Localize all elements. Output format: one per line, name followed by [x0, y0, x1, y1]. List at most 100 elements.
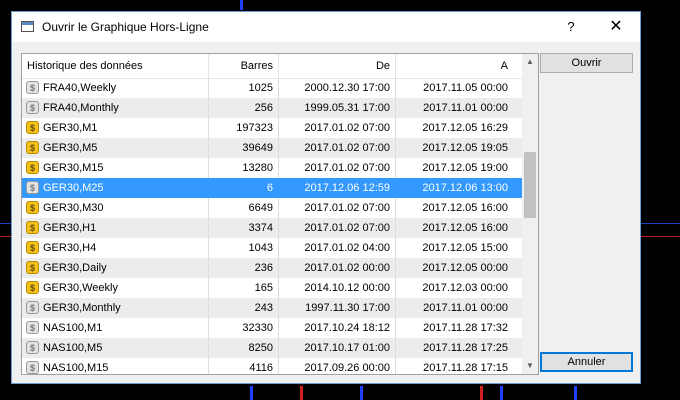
help-button[interactable]: ?	[557, 18, 585, 36]
dollar-coin-icon: $	[26, 281, 39, 294]
window-title: Ouvrir le Graphique Hors-Ligne	[42, 20, 209, 34]
open-button[interactable]: Ouvrir	[540, 53, 633, 73]
open-offline-chart-dialog: Ouvrir le Graphique Hors-Ligne ? ✕ Histo…	[11, 11, 641, 384]
chart-tick	[500, 386, 503, 400]
dollar-coin-icon: $	[26, 221, 39, 234]
row-bars: 3374	[209, 218, 279, 238]
chart-tick	[250, 386, 253, 400]
row-to-date: 2017.11.28 17:32	[423, 322, 508, 334]
row-bars: 236	[209, 258, 279, 278]
dollar-coin-icon: $	[26, 81, 39, 94]
dollar-coin-icon: $	[26, 101, 39, 114]
row-from-date: 2017.01.02 07:00	[279, 158, 396, 178]
row-from-date: 2017.01.02 07:00	[279, 118, 396, 138]
table-row[interactable]: GER30,M25 $6 2017.12.06 12:59 2017.12.06 13…	[22, 178, 522, 198]
row-from-date: 1999.05.31 17:00	[279, 98, 396, 118]
row-symbol-name: GER30,M25	[22, 178, 209, 198]
row-to-date: 2017.12.03 00:00	[422, 282, 508, 294]
row-bars: 165	[209, 278, 279, 298]
row-symbol-name: GER30,Daily	[22, 258, 209, 278]
row-bars: 6649	[209, 198, 279, 218]
row-bars: 243	[209, 298, 279, 318]
column-header-bars[interactable]: Barres	[209, 54, 279, 78]
dollar-coin-icon: $	[26, 161, 39, 174]
row-bars: 32330	[209, 318, 279, 338]
chart-tick	[360, 386, 363, 400]
table-row[interactable]: FRA40,Weekly $1025 2000.12.30 17:00 2017.11…	[22, 78, 522, 98]
row-symbol-name: GER30,H1	[22, 218, 209, 238]
row-to-date: 2017.12.05 00:00	[422, 262, 508, 274]
row-bars: 8250	[209, 338, 279, 358]
row-bars: 6	[209, 178, 279, 198]
row-symbol-name: GER30,Weekly	[22, 278, 209, 298]
row-symbol-name: GER30,M5	[22, 138, 209, 158]
row-symbol-name: NAS100,M5	[22, 338, 209, 358]
column-header-from[interactable]: De	[279, 54, 396, 78]
table-row[interactable]: GER30,Weekly $165 2014.10.12 00:00 2017.12.…	[22, 278, 522, 298]
list-rows: FRA40,Weekly $1025 2000.12.30 17:00 2017.11…	[22, 78, 522, 374]
dollar-coin-icon: $	[26, 261, 39, 274]
dollar-coin-icon: $	[26, 341, 39, 354]
scrollbar-thumb[interactable]	[524, 152, 536, 218]
row-from-date: 2017.10.17 01:00	[279, 338, 396, 358]
row-to-date: 2017.12.05 16:00	[422, 202, 508, 214]
table-row[interactable]: NAS100,M15 $4116 2017.09.26 00:00 2017.11.2…	[22, 358, 522, 374]
vertical-scrollbar[interactable]: ▲ ▼	[522, 54, 538, 374]
scroll-down-icon[interactable]: ▼	[522, 358, 538, 374]
row-bars: 1043	[209, 238, 279, 258]
dollar-coin-icon: $	[26, 321, 39, 334]
row-symbol-name: NAS100,M1	[22, 318, 209, 338]
close-button[interactable]: ✕	[602, 16, 630, 38]
title-bar[interactable]: Ouvrir le Graphique Hors-Ligne ? ✕	[12, 12, 640, 42]
scroll-up-icon[interactable]: ▲	[522, 54, 538, 70]
chart-tick	[240, 0, 243, 10]
table-row[interactable]: FRA40,Monthly $256 1999.05.31 17:00 2017.11…	[22, 98, 522, 118]
dollar-coin-icon: $	[26, 301, 39, 314]
row-to-date: 2017.12.05 15:00	[422, 242, 508, 254]
row-from-date: 2017.01.02 07:00	[279, 138, 396, 158]
row-from-date: 2014.10.12 00:00	[279, 278, 396, 298]
table-row[interactable]: GER30,Daily $236 2017.01.02 00:00 2017.12.0…	[22, 258, 522, 278]
row-from-date: 2017.01.02 07:00	[279, 218, 396, 238]
row-bars: 1025	[209, 78, 279, 98]
row-bars: 256	[209, 98, 279, 118]
row-to-date: 2017.11.01 00:00	[423, 302, 508, 314]
dollar-coin-icon: $	[26, 141, 39, 154]
table-row[interactable]: GER30,M5 $39649 2017.01.02 07:00 2017.12.05…	[22, 138, 522, 158]
row-symbol-name: GER30,Monthly	[22, 298, 209, 318]
row-symbol-name: FRA40,Monthly	[22, 98, 209, 118]
row-to-date: 2017.12.05 19:00	[422, 162, 508, 174]
chart-tick	[574, 386, 577, 400]
table-row[interactable]: NAS100,M1 $32330 2017.10.24 18:12 2017.11.2…	[22, 318, 522, 338]
table-row[interactable]: GER30,H1 $3374 2017.01.02 07:00 2017.12.05 …	[22, 218, 522, 238]
chart-tick	[480, 386, 483, 400]
window-icon	[21, 21, 34, 32]
dollar-coin-icon: $	[26, 201, 39, 214]
table-row[interactable]: GER30,M30 $6649 2017.01.02 07:00 2017.12.05…	[22, 198, 522, 218]
row-symbol-name: GER30,M15	[22, 158, 209, 178]
column-header-history[interactable]: Historique des données	[22, 54, 209, 78]
row-bars: 39649	[209, 138, 279, 158]
row-symbol-name: FRA40,Weekly	[22, 78, 209, 98]
table-row[interactable]: NAS100,M5 $8250 2017.10.17 01:00 2017.11.28…	[22, 338, 522, 358]
row-from-date: 2017.09.26 00:00	[279, 358, 396, 374]
row-to-date: 2017.11.05 00:00	[423, 82, 508, 94]
row-from-date: 2017.01.02 04:00	[279, 238, 396, 258]
list-header: Historique des données Barres De A	[22, 54, 522, 79]
history-list[interactable]: Historique des données Barres De A FRA40…	[21, 53, 539, 375]
table-row[interactable]: GER30,M1 $197323 2017.01.02 07:00 2017.12.0…	[22, 118, 522, 138]
row-from-date: 2000.12.30 17:00	[279, 78, 396, 98]
chart-tick	[300, 386, 303, 400]
table-row[interactable]: GER30,Monthly $243 1997.11.30 17:00 2017.11…	[22, 298, 522, 318]
column-header-to[interactable]: A	[396, 54, 513, 78]
row-from-date: 1997.11.30 17:00	[279, 298, 396, 318]
row-from-date: 2017.01.02 00:00	[279, 258, 396, 278]
table-row[interactable]: GER30,M15 $13280 2017.01.02 07:00 2017.12.0…	[22, 158, 522, 178]
dollar-coin-icon: $	[26, 241, 39, 254]
row-symbol-name: GER30,M30	[22, 198, 209, 218]
table-row[interactable]: GER30,H4 $1043 2017.01.02 04:00 2017.12.05 …	[22, 238, 522, 258]
dollar-coin-icon: $	[26, 121, 39, 134]
row-bars: 197323	[209, 118, 279, 138]
cancel-button[interactable]: Annuler	[540, 352, 633, 372]
row-to-date: 2017.11.01 00:00	[423, 102, 508, 114]
